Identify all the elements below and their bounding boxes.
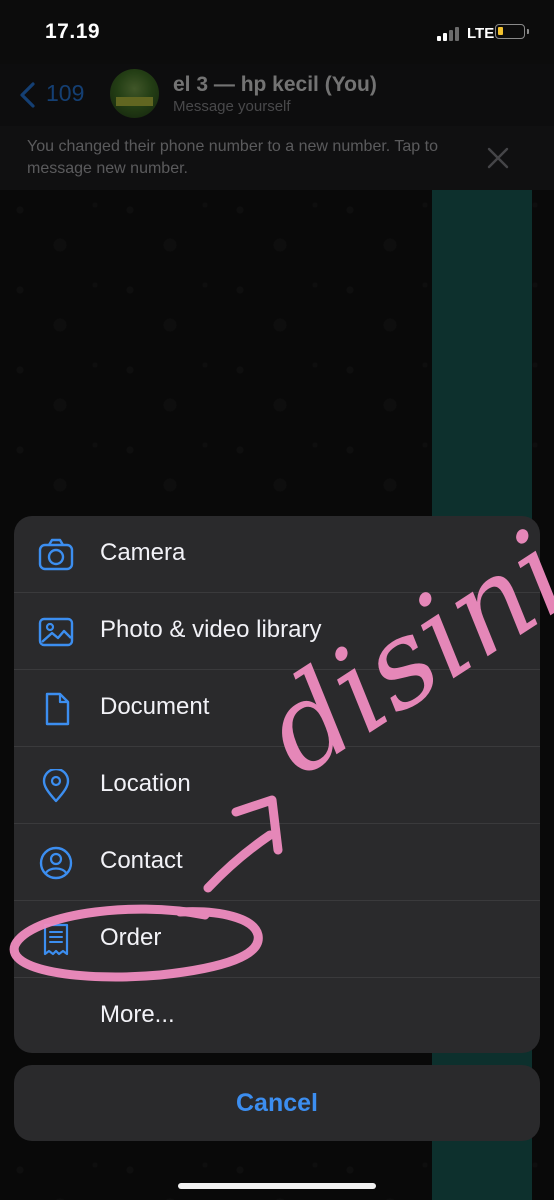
sheet-item-more[interactable]: More...: [14, 978, 540, 1053]
contact-icon: [39, 846, 73, 880]
close-icon[interactable]: [486, 146, 510, 170]
number-change-notice[interactable]: You changed their phone number to a new …: [0, 126, 554, 190]
network-type: LTE: [467, 25, 495, 42]
camera-icon: [38, 538, 74, 571]
chat-header: 109 el 3 — hp kecil (You) Message yourse…: [0, 64, 554, 126]
receipt-icon: [43, 923, 69, 956]
status-time: 17.19: [45, 20, 101, 43]
sheet-item-label: Photo & video library: [100, 616, 322, 643]
chat-title[interactable]: el 3 — hp kecil (You): [173, 73, 377, 97]
battery-icon: [495, 24, 525, 39]
cellular-signal-icon: [437, 27, 463, 41]
document-icon: [45, 692, 70, 726]
sheet-item-camera[interactable]: Camera: [14, 516, 540, 593]
attachment-action-sheet: Camera Photo & video library Document Lo…: [14, 516, 540, 1053]
photo-icon: [38, 617, 74, 647]
sheet-item-label: Order: [100, 924, 162, 951]
avatar[interactable]: [110, 69, 159, 118]
back-count[interactable]: 109: [46, 80, 84, 107]
sheet-item-label: Document: [100, 693, 210, 720]
sheet-item-label: More...: [100, 1001, 175, 1028]
sheet-item-photo-video-library[interactable]: Photo & video library: [14, 593, 540, 670]
sheet-item-label: Camera: [100, 539, 186, 566]
location-pin-icon: [42, 769, 70, 803]
cancel-button[interactable]: Cancel: [14, 1065, 540, 1141]
home-indicator: [178, 1183, 376, 1189]
sheet-item-order[interactable]: Order: [14, 901, 540, 978]
back-chevron-icon[interactable]: [16, 81, 40, 109]
sheet-item-label: Location: [100, 770, 191, 797]
sheet-item-document[interactable]: Document: [14, 670, 540, 747]
sheet-item-contact[interactable]: Contact: [14, 824, 540, 901]
status-bar: 17.19 LTE: [0, 0, 554, 64]
notice-text: You changed their phone number to a new …: [27, 138, 438, 177]
chat-subtitle: Message yourself: [173, 98, 291, 115]
screen: 17.19 LTE 109 el 3 — hp kecil (You) Mess…: [0, 0, 554, 1200]
sheet-item-location[interactable]: Location: [14, 747, 540, 824]
battery-tip: [527, 29, 529, 34]
sheet-item-label: Contact: [100, 847, 183, 874]
